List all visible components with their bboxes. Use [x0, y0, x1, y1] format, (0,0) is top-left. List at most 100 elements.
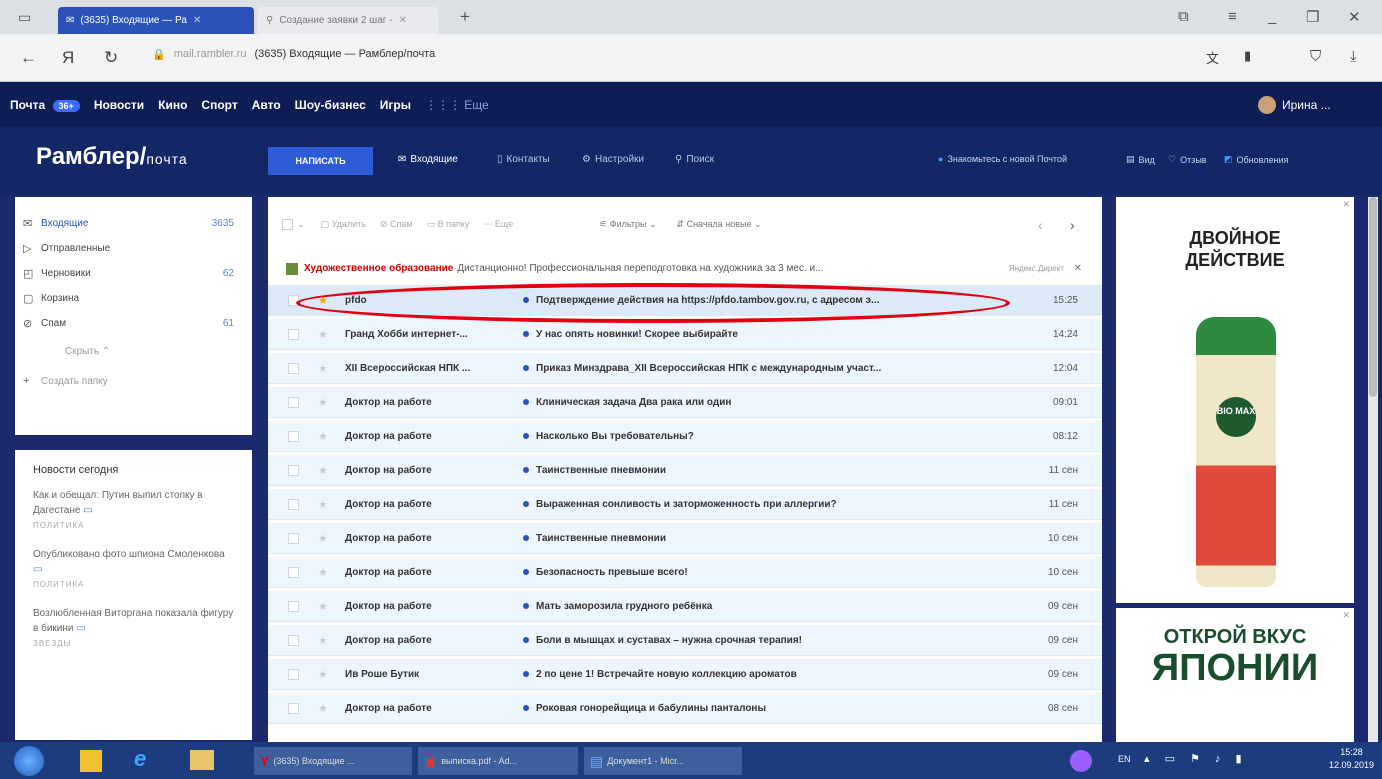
ad-banner-drink[interactable]: ДВОЙНОЕ ДЕЙСТВИЕ BIO MAX ✕	[1116, 197, 1354, 603]
nav-more[interactable]: ⋮⋮⋮ Еще	[425, 98, 489, 112]
translate-icon[interactable]: ⽂	[1206, 48, 1219, 67]
close-ad-icon[interactable]: ✕	[1342, 610, 1350, 621]
star-icon[interactable]: ★	[318, 566, 328, 579]
taskbar-yandex[interactable]: Y (3635) Входящие ...	[254, 747, 412, 775]
bookmark-icon[interactable]: ▮	[1244, 48, 1251, 64]
protect-icon[interactable]: ⛉	[1310, 48, 1321, 65]
row-checkbox[interactable]	[288, 634, 299, 646]
star-icon[interactable]: ★	[318, 362, 328, 375]
nav-auto[interactable]: Авто	[252, 98, 281, 112]
close-tab-icon[interactable]: ✕	[193, 15, 201, 26]
prev-page-icon[interactable]: ‹	[1038, 217, 1043, 233]
explorer-icon[interactable]	[190, 750, 214, 770]
move-button[interactable]: ▭ В папку	[427, 219, 470, 230]
folder-trash[interactable]: ▢ Корзина	[15, 284, 252, 312]
star-icon[interactable]: ★	[318, 532, 328, 545]
row-checkbox[interactable]	[288, 532, 299, 544]
select-all-checkbox[interactable]	[282, 219, 293, 230]
folder-inbox[interactable]: ✉ Входящие 3635	[15, 209, 252, 237]
unread-dot-icon[interactable]	[523, 399, 529, 405]
star-icon[interactable]: ★	[318, 396, 328, 409]
taskbar-pdf[interactable]: ▣ выписка.pdf - Ad...	[418, 747, 578, 775]
view-link[interactable]: ▤ Вид	[1126, 154, 1155, 165]
download-icon[interactable]: ⤓	[1350, 48, 1357, 65]
row-checkbox[interactable]	[288, 600, 299, 612]
back-icon[interactable]: ←	[20, 48, 37, 68]
unread-dot-icon[interactable]	[523, 331, 529, 337]
reload-icon[interactable]: ↻	[104, 48, 118, 68]
table-row[interactable]: ★ Доктор на работе Мать заморозила грудног…	[268, 591, 1102, 622]
unread-dot-icon[interactable]	[523, 569, 529, 575]
updates-link[interactable]: ◩ Обновления	[1224, 154, 1288, 165]
nav-news[interactable]: Новости	[94, 98, 144, 112]
folder-drafts[interactable]: ◰ Черновики 62	[15, 259, 252, 287]
system-clock[interactable]: 15:28 12.09.2019	[1329, 746, 1374, 772]
folder-app-icon[interactable]	[80, 750, 102, 772]
scroll-thumb[interactable]	[1369, 197, 1377, 397]
new-mail-link[interactable]: ● Знакомьтесь с новой Почтой	[938, 154, 1067, 164]
compose-button[interactable]: НАПИСАТЬ	[268, 147, 373, 175]
nav-kino[interactable]: Кино	[158, 98, 187, 112]
unread-dot-icon[interactable]	[523, 433, 529, 439]
feedback-link[interactable]: ♡ Отзыв	[1168, 154, 1207, 165]
star-icon[interactable]: ★	[318, 498, 328, 511]
nav-games[interactable]: Игры	[380, 98, 411, 112]
header-search-link[interactable]: ⚲ Поиск	[675, 154, 714, 165]
unread-dot-icon[interactable]	[523, 535, 529, 541]
ad-banner-japan[interactable]: ОТКРОЙ ВКУС ЯПОНИИ ✕	[1116, 608, 1354, 743]
row-checkbox[interactable]	[288, 668, 299, 680]
nav-sport[interactable]: Спорт	[201, 98, 237, 112]
ie-icon[interactable]: e	[134, 746, 146, 772]
table-row[interactable]: ★ Доктор на работе Клиническая задача Два …	[268, 387, 1102, 418]
restore-icon[interactable]: ❐	[1306, 8, 1319, 26]
close-icon[interactable]: ✕	[1074, 263, 1082, 274]
close-ad-icon[interactable]: ✕	[1342, 199, 1350, 210]
unread-dot-icon[interactable]	[523, 467, 529, 473]
header-contacts-link[interactable]: ▯ Контакты	[497, 154, 550, 165]
hide-folders-toggle[interactable]: Скрыть ⌃	[15, 337, 252, 365]
delete-button[interactable]: ▢ Удалить	[321, 219, 366, 230]
table-row[interactable]: ★ XII Всероссийская НПК ... Приказ Минздра…	[268, 353, 1102, 384]
table-row[interactable]: ★ Гранд Хобби интернет-... У нас опять нов…	[268, 319, 1102, 350]
row-checkbox[interactable]	[288, 328, 299, 340]
unread-dot-icon[interactable]	[523, 705, 529, 711]
start-icon[interactable]	[14, 746, 44, 776]
next-page-icon[interactable]: ›	[1070, 217, 1075, 233]
url-field[interactable]: 🔒 mail.rambler.ru (3635) Входящие — Рамб…	[152, 48, 435, 61]
nav-mail[interactable]: Почта 36+	[10, 98, 80, 112]
star-icon[interactable]: ★	[318, 634, 328, 647]
ad-row[interactable]: Художественное образование Дистанционно!…	[268, 252, 1102, 285]
tab-panel-icon[interactable]: ⧉	[1178, 8, 1189, 25]
spam-button[interactable]: ⊘ Спам	[380, 219, 413, 230]
nav-showbiz[interactable]: Шоу-бизнес	[295, 98, 366, 112]
row-checkbox[interactable]	[288, 498, 299, 510]
header-settings-link[interactable]: ⚙ Настройки	[582, 154, 644, 165]
lang-indicator[interactable]: EN	[1118, 754, 1131, 764]
header-inbox-link[interactable]: ✉ Входящие	[398, 154, 458, 165]
star-icon[interactable]: ★	[318, 702, 328, 715]
rambler-mail-logo[interactable]: Рамблер/почта	[36, 143, 188, 171]
minimize-icon[interactable]: _	[1268, 8, 1276, 25]
tab-request[interactable]: ⚲ Создание заявки 2 шаг - ✕	[258, 7, 438, 34]
filters-button[interactable]: ⚟ Фильтры ⌄	[599, 219, 656, 230]
unread-dot-icon[interactable]	[523, 637, 529, 643]
create-folder-button[interactable]: + Создать папку	[15, 367, 252, 395]
more-button[interactable]: ⋯ Еще	[483, 219, 513, 230]
star-icon[interactable]: ★	[318, 328, 328, 341]
page-scrollbar[interactable]	[1368, 197, 1378, 742]
row-checkbox[interactable]	[288, 362, 299, 374]
unread-dot-icon[interactable]	[523, 671, 529, 677]
close-window-icon[interactable]: ✕	[1348, 8, 1361, 26]
row-checkbox[interactable]	[288, 464, 299, 476]
table-row[interactable]: ★ Доктор на работе Насколько Вы требовател…	[268, 421, 1102, 452]
table-row[interactable]: ★ Доктор на работе Роковая гонорейщица и б…	[268, 693, 1102, 724]
tray-icons[interactable]: ▴ ▭ ⚑ ♪ ▮	[1144, 752, 1248, 765]
unread-dot-icon[interactable]	[523, 365, 529, 371]
row-checkbox[interactable]	[288, 396, 299, 408]
star-icon[interactable]: ★	[318, 600, 328, 613]
folder-spam[interactable]: ⊘ Спам 61	[15, 309, 252, 337]
star-icon[interactable]: ★	[318, 464, 328, 477]
tabs-menu-icon[interactable]: ▭	[18, 9, 31, 26]
unread-dot-icon[interactable]	[523, 603, 529, 609]
menu-icon[interactable]: ≡	[1228, 8, 1237, 25]
